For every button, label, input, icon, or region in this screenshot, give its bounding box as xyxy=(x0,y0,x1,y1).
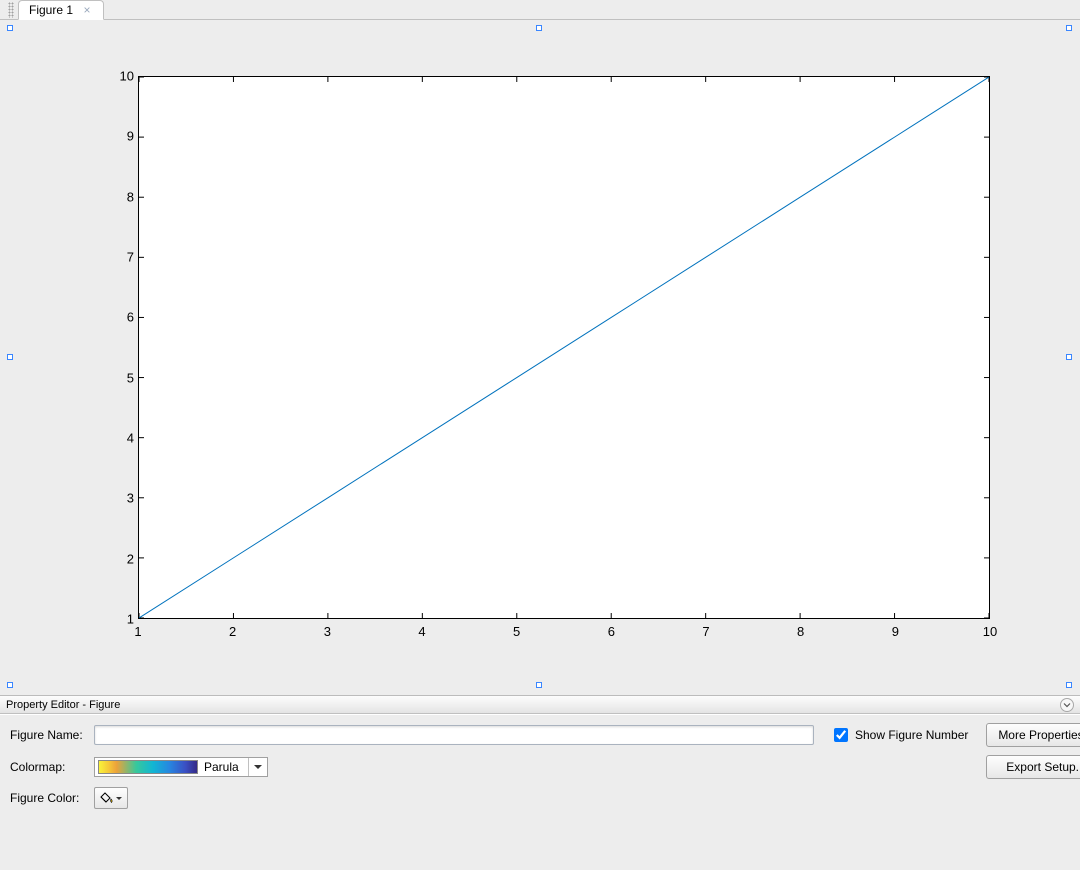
figure-name-input[interactable] xyxy=(94,725,814,745)
show-figure-number-checkbox[interactable]: Show Figure Number xyxy=(830,725,980,745)
colormap-value: Parula xyxy=(204,760,239,774)
y-tick-label: 3 xyxy=(127,491,134,506)
colormap-swatch-icon xyxy=(98,760,198,774)
export-setup-button[interactable]: Export Setup... xyxy=(986,755,1080,779)
chevron-down-icon[interactable] xyxy=(248,758,266,776)
x-tick-label: 5 xyxy=(513,624,520,639)
chevron-down-icon xyxy=(116,797,122,800)
y-tick-label: 7 xyxy=(127,250,134,265)
show-figure-number-label: Show Figure Number xyxy=(855,728,968,742)
selection-handle-icon[interactable] xyxy=(1066,354,1072,360)
selection-handle-icon[interactable] xyxy=(7,682,13,688)
tab-label: Figure 1 xyxy=(29,3,73,17)
x-tick-label: 10 xyxy=(983,624,997,639)
x-tick-label: 3 xyxy=(324,624,331,639)
y-axis-tick-labels: 12345678910 xyxy=(104,76,134,619)
property-editor-body: Figure Name: Show Figure Number More Pro… xyxy=(0,714,1080,870)
figure-canvas-panel[interactable]: 1 2 3 4 5 6 7 8 9 10 1 2 3 4 5 6 7 8 9 10 xyxy=(0,20,1080,696)
paint-bucket-icon xyxy=(100,791,114,805)
x-axis-tick-labels: 12345678910 xyxy=(138,624,990,644)
chevron-down-icon[interactable] xyxy=(1060,698,1074,712)
y-tick-label: 10 xyxy=(120,69,134,84)
property-editor-title: Property Editor - Figure xyxy=(6,699,120,711)
x-tick-label: 8 xyxy=(797,624,804,639)
axes[interactable] xyxy=(138,76,990,619)
y-tick-label: 4 xyxy=(127,431,134,446)
selection-handle-icon[interactable] xyxy=(536,682,542,688)
y-tick-label: 8 xyxy=(127,189,134,204)
x-tick-label: 6 xyxy=(608,624,615,639)
y-tick-label: 2 xyxy=(127,551,134,566)
selection-handle-icon[interactable] xyxy=(536,25,542,31)
more-properties-button[interactable]: More Properties... xyxy=(986,723,1080,747)
figure-color-picker[interactable] xyxy=(94,787,128,809)
y-tick-label: 5 xyxy=(127,370,134,385)
colormap-label: Colormap: xyxy=(10,760,88,774)
x-tick-label: 9 xyxy=(892,624,899,639)
line-plot xyxy=(139,77,989,618)
y-tick-label: 9 xyxy=(127,129,134,144)
selection-handle-icon[interactable] xyxy=(7,354,13,360)
drag-handle-icon[interactable] xyxy=(8,2,14,18)
show-figure-number-checkbox-input[interactable] xyxy=(834,728,848,742)
y-tick-label: 1 xyxy=(127,612,134,627)
x-tick-label: 1 xyxy=(134,624,141,639)
x-tick-label: 2 xyxy=(229,624,236,639)
figure-color-label: Figure Color: xyxy=(10,791,88,805)
selection-handle-icon[interactable] xyxy=(7,25,13,31)
colormap-dropdown[interactable]: Parula xyxy=(94,757,268,777)
x-tick-label: 7 xyxy=(702,624,709,639)
property-editor-header: Property Editor - Figure xyxy=(0,696,1080,714)
close-icon[interactable]: × xyxy=(81,4,93,16)
selection-handle-icon[interactable] xyxy=(1066,682,1072,688)
figure-name-label: Figure Name: xyxy=(10,728,88,742)
y-tick-label: 6 xyxy=(127,310,134,325)
tab-figure-1[interactable]: Figure 1 × xyxy=(18,0,104,20)
property-editor-panel: Property Editor - Figure Figure Name: Sh… xyxy=(0,696,1080,870)
selection-handle-icon[interactable] xyxy=(1066,25,1072,31)
figure-tabstrip: Figure 1 × xyxy=(0,0,1080,20)
x-tick-label: 4 xyxy=(418,624,425,639)
